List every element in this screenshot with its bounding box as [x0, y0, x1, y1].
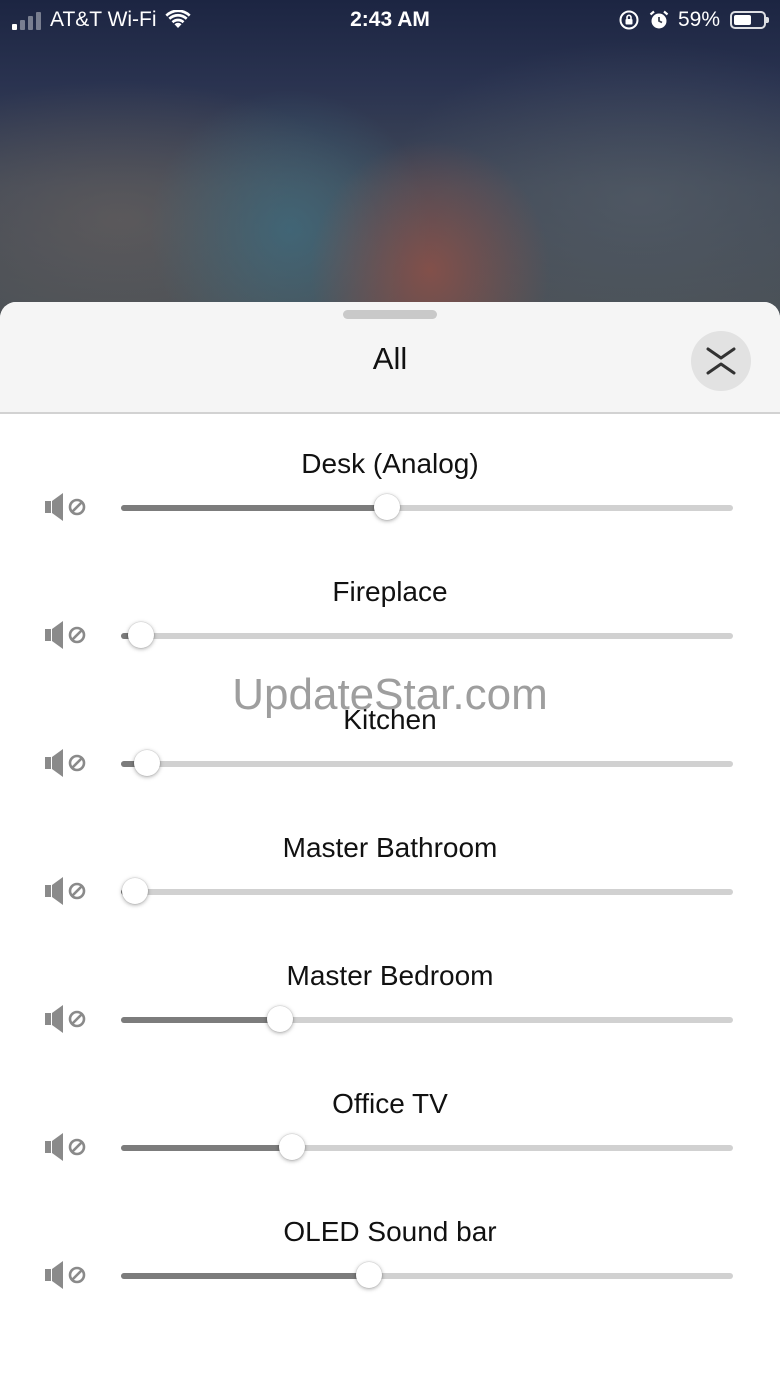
- volume-sheet: All Desk (Analog) Fireplace Kitchen Mast…: [0, 302, 780, 1387]
- sheet-header: All: [0, 302, 780, 414]
- room-volume-row-5: Master Bedroom: [0, 926, 780, 1054]
- volume-slider[interactable]: [121, 494, 733, 520]
- volume-slider-thumb[interactable]: [128, 622, 154, 648]
- room-name: Fireplace: [332, 576, 448, 607]
- room-volume-row-3: Kitchen: [0, 670, 780, 798]
- screen: AT&T Wi-Fi 2:43 AM 59% All Desk (Analog)…: [0, 0, 780, 1387]
- volume-slider-thumb[interactable]: [374, 494, 400, 520]
- room-name: Office TV: [332, 1088, 448, 1119]
- volume-slider-thumb[interactable]: [267, 1006, 293, 1032]
- volume-slider-thumb[interactable]: [134, 750, 160, 776]
- speaker-muted-icon[interactable]: [43, 1131, 89, 1163]
- sheet-title: All: [372, 341, 408, 376]
- room-name: Desk (Analog): [301, 448, 479, 479]
- battery-level: [734, 15, 751, 25]
- room-volume-row-1: Desk (Analog): [0, 414, 780, 542]
- volume-slider[interactable]: [121, 1134, 733, 1160]
- speaker-muted-icon[interactable]: [43, 875, 89, 907]
- volume-slider[interactable]: [121, 1006, 733, 1032]
- room-volume-row-2: Fireplace: [0, 542, 780, 670]
- volume-slider[interactable]: [121, 1262, 733, 1288]
- room-volume-list: Desk (Analog) Fireplace Kitchen Master B…: [0, 414, 780, 1310]
- speaker-muted-icon[interactable]: [43, 747, 89, 779]
- sheet-grabber-handle[interactable]: [343, 310, 437, 319]
- volume-slider[interactable]: [121, 622, 733, 648]
- volume-slider[interactable]: [121, 878, 733, 904]
- room-volume-row-7: OLED Sound bar: [0, 1182, 780, 1310]
- speaker-muted-icon[interactable]: [43, 1003, 89, 1035]
- volume-slider-fill: [121, 505, 387, 511]
- volume-slider-track: [121, 889, 733, 895]
- battery-percent: 59%: [677, 8, 720, 31]
- volume-slider-thumb[interactable]: [122, 878, 148, 904]
- room-volume-row-6: Office TV: [0, 1054, 780, 1182]
- volume-slider-track: [121, 633, 733, 639]
- room-name: Master Bathroom: [282, 832, 498, 863]
- room-volume-row-4: Master Bathroom: [0, 798, 780, 926]
- alarm-icon: [649, 10, 669, 29]
- volume-slider-thumb[interactable]: [356, 1262, 382, 1288]
- volume-slider-track: [121, 761, 733, 767]
- volume-slider-fill: [121, 1145, 292, 1151]
- orientation-lock-icon: [619, 10, 639, 30]
- volume-slider-fill: [121, 1017, 280, 1023]
- volume-slider-thumb[interactable]: [279, 1134, 305, 1160]
- battery-icon: [730, 11, 769, 29]
- volume-slider-fill: [121, 1273, 369, 1279]
- blurred-background: [0, 0, 780, 340]
- speaker-muted-icon[interactable]: [43, 619, 89, 651]
- volume-slider[interactable]: [121, 750, 733, 776]
- chevron-collapse-icon: [706, 347, 736, 375]
- status-bar: AT&T Wi-Fi 2:43 AM 59%: [0, 0, 780, 40]
- speaker-muted-icon[interactable]: [43, 491, 89, 523]
- room-name: OLED Sound bar: [283, 1216, 497, 1247]
- room-name: Kitchen: [343, 704, 437, 735]
- room-name: Master Bedroom: [286, 960, 494, 991]
- speaker-muted-icon[interactable]: [43, 1259, 89, 1291]
- collapse-button[interactable]: [691, 331, 751, 391]
